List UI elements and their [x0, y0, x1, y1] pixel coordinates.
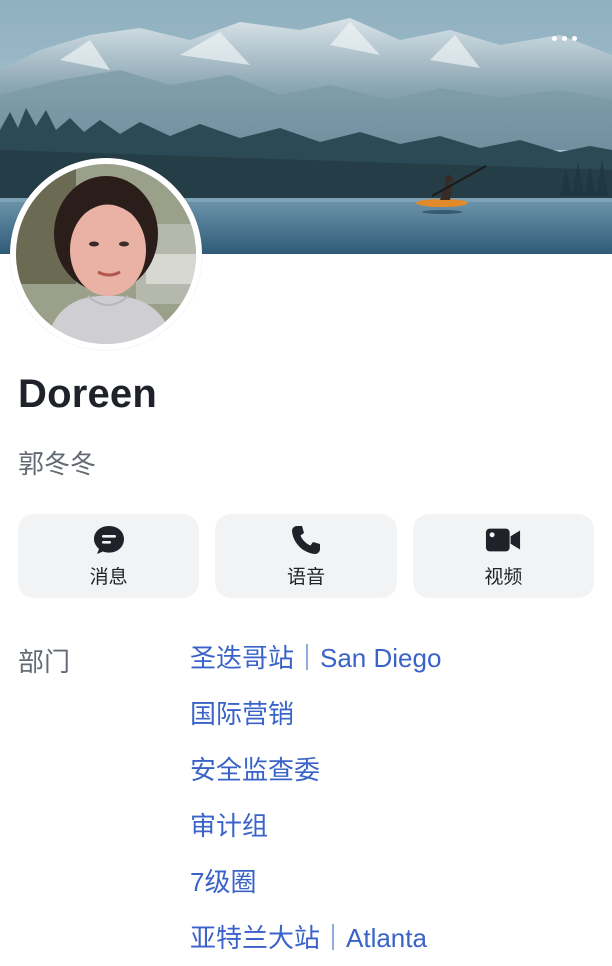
message-button[interactable]: 消息 [18, 514, 200, 598]
department-item[interactable]: 圣迭哥站｜San Diego [190, 642, 441, 698]
department-label: 部门 [18, 647, 71, 677]
voice-call-label: 语音 [286, 566, 325, 588]
avatar[interactable] [10, 158, 202, 350]
avatar-photo [16, 164, 196, 344]
department-item[interactable]: 审计组 [190, 810, 441, 866]
message-label: 消息 [89, 566, 128, 588]
more-horizontal-icon [551, 35, 557, 41]
chat-bubble-icon [91, 524, 127, 556]
phone-icon [288, 524, 324, 556]
video-call-label: 视频 [484, 566, 523, 588]
video-call-button[interactable]: 视频 [412, 514, 594, 598]
voice-call-button[interactable]: 语音 [215, 514, 397, 598]
action-bar: 消息 语音 视频 [18, 514, 594, 598]
department-item[interactable]: 国际营销 [190, 698, 441, 754]
more-options-button[interactable] [542, 24, 586, 52]
department-item[interactable]: 亚特兰大站｜Atlanta [190, 922, 441, 966]
profile-alias: 郭冬冬 [18, 449, 97, 479]
video-camera-icon [485, 524, 521, 556]
department-list: 圣迭哥站｜San Diego 国际营销 安全监查委 审计组 7级圈 亚特兰大站｜… [190, 642, 441, 966]
department-item[interactable]: 7级圈 [190, 866, 441, 922]
department-item[interactable]: 安全监查委 [190, 754, 441, 810]
profile-name: Doreen [18, 372, 158, 416]
